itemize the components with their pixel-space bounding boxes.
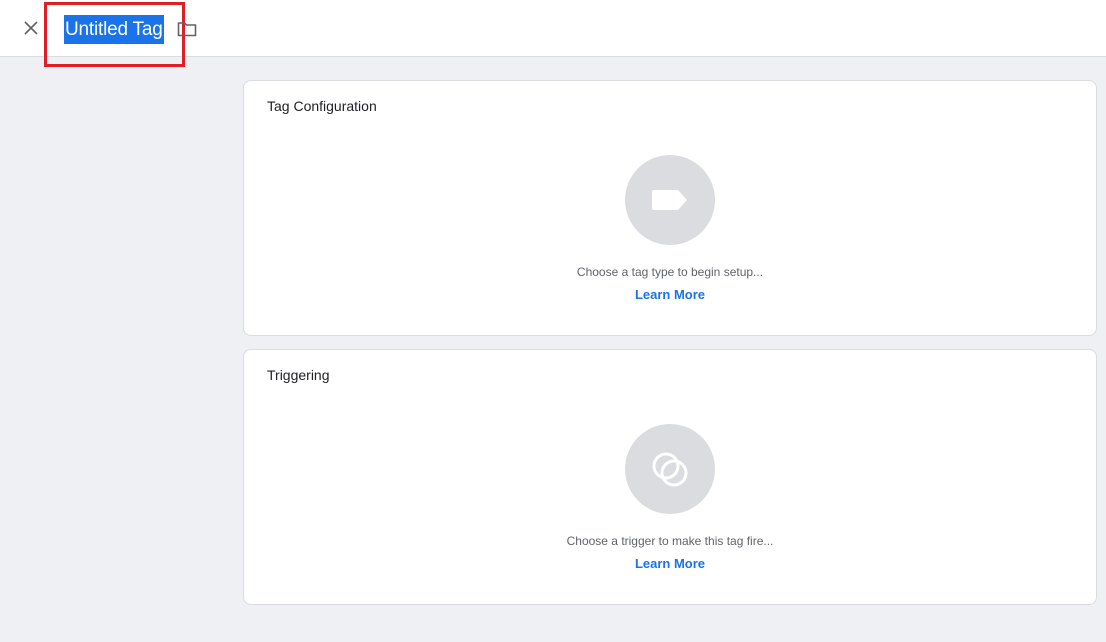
- trigger-icon: [652, 452, 688, 487]
- top-bar: Untitled Tag: [0, 0, 1106, 67]
- tag-configuration-title: Tag Configuration: [267, 98, 377, 114]
- tag-configuration-learn-more-link[interactable]: Learn More: [244, 287, 1096, 302]
- triggering-learn-more-link[interactable]: Learn More: [244, 556, 1096, 571]
- folder-button[interactable]: [176, 19, 198, 39]
- close-button[interactable]: [20, 17, 42, 39]
- triggering-title: Triggering: [267, 367, 330, 383]
- triggering-body[interactable]: Choose a trigger to make this tag fire..…: [244, 424, 1096, 571]
- trigger-placeholder[interactable]: [625, 424, 715, 514]
- tag-configuration-card: Tag Configuration Choose a tag type to b…: [243, 80, 1097, 336]
- tag-configuration-body[interactable]: Choose a tag type to begin setup... Lear…: [244, 155, 1096, 302]
- folder-icon: [177, 22, 197, 37]
- tag-configuration-hint: Choose a tag type to begin setup...: [576, 265, 764, 279]
- triggering-hint: Choose a trigger to make this tag fire..…: [566, 534, 774, 548]
- tag-type-placeholder[interactable]: [625, 155, 715, 245]
- tag-name-field[interactable]: Untitled Tag: [64, 15, 164, 44]
- triggering-card: Triggering Choose a trigger to make this…: [243, 349, 1097, 605]
- tag-icon: [652, 190, 687, 210]
- close-icon: [24, 21, 38, 35]
